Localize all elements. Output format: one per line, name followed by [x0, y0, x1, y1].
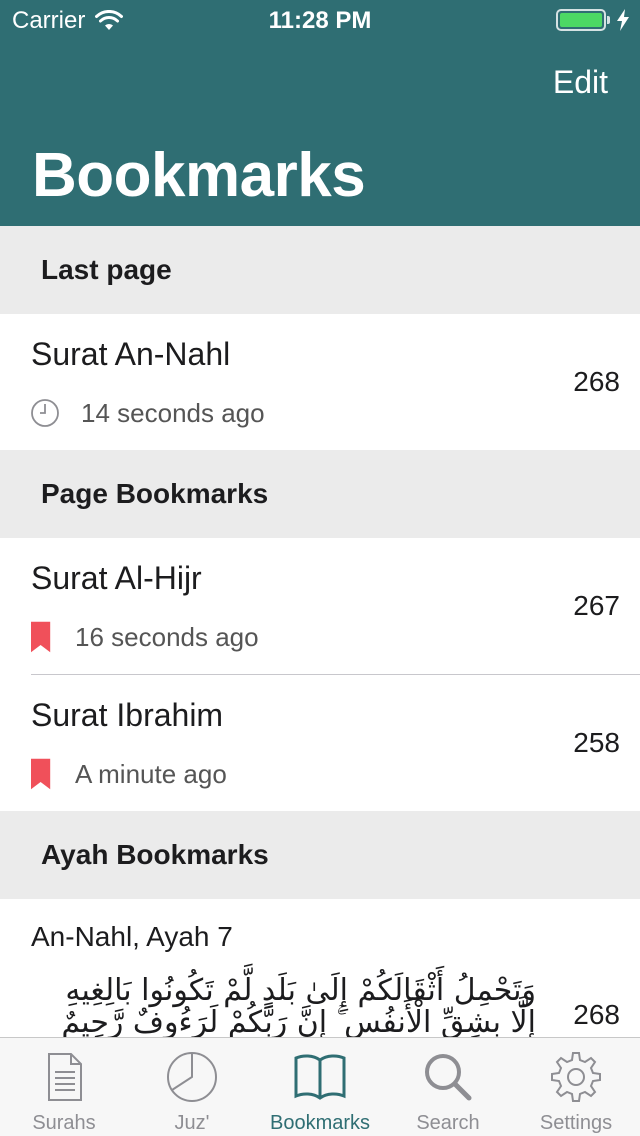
row-page-number: 267 [573, 590, 620, 621]
pie-icon [167, 1052, 217, 1102]
tab-juz[interactable]: Juz' [128, 1038, 256, 1136]
tab-label: Surahs [32, 1112, 96, 1134]
row-time: 14 seconds ago [81, 397, 265, 428]
row-title: An-Nahl, Ayah 7 [31, 921, 233, 952]
bookmark-icon [31, 758, 51, 790]
row-title: Surat An-Nahl [31, 336, 231, 372]
page-title: Bookmarks [32, 141, 366, 210]
row-time: 16 seconds ago [75, 621, 259, 652]
bookmark-icon [31, 621, 51, 653]
gear-icon [551, 1052, 601, 1102]
edit-button[interactable]: Edit [553, 64, 608, 101]
navigation-header: Carrier 11:28 PM Edit Bookmarks [0, 0, 640, 226]
row-page-number: 268 [573, 999, 620, 1030]
page-bookmark-row[interactable]: Surat Al-Hijr 16 seconds ago 267 [0, 538, 640, 674]
document-icon [48, 1053, 82, 1101]
charging-icon [617, 9, 629, 31]
page-bookmark-row[interactable]: Surat Ibrahim A minute ago 258 [0, 675, 640, 811]
row-subtitle: 16 seconds ago [31, 618, 259, 656]
status-time: 11:28 PM [268, 7, 372, 34]
section-header-last-page: Last page [0, 226, 640, 314]
clock-icon [31, 399, 59, 427]
row-title: Surat Al-Hijr [31, 560, 202, 596]
tab-surahs[interactable]: Surahs [0, 1038, 128, 1136]
tab-bar: Surahs Juz' Bookmarks Search Settings [0, 1037, 640, 1136]
row-page-number: 268 [573, 366, 620, 397]
last-page-row[interactable]: Surat An-Nahl 14 seconds ago 268 [0, 314, 640, 450]
row-subtitle: A minute ago [31, 755, 227, 793]
row-page-number: 258 [573, 727, 620, 758]
section-header-page-bookmarks: Page Bookmarks [0, 450, 640, 538]
ayah-text: وَتَحْمِلُ أَثْقَالَكُمْ إِلَىٰ بَلَدٍ ل… [61, 973, 536, 1040]
book-icon [294, 1054, 346, 1100]
search-icon [425, 1054, 472, 1101]
row-subtitle: 14 seconds ago [31, 394, 265, 432]
tab-label: Bookmarks [269, 1112, 371, 1134]
row-time: A minute ago [75, 758, 227, 789]
status-bar: Carrier 11:28 PM [0, 0, 640, 40]
tab-bookmarks[interactable]: Bookmarks [256, 1038, 384, 1136]
tab-search[interactable]: Search [384, 1038, 512, 1136]
bookmarks-list: Last page Surat An-Nahl 14 seconds ago 2… [0, 226, 640, 1099]
section-header-ayah-bookmarks: Ayah Bookmarks [0, 811, 640, 899]
row-title: Surat Ibrahim [31, 697, 224, 733]
tab-label: Search [416, 1112, 480, 1134]
tab-label: Settings [539, 1112, 613, 1134]
tab-settings[interactable]: Settings [512, 1038, 640, 1136]
battery-icon [556, 9, 606, 31]
battery-indicator [556, 9, 630, 31]
tab-label: Juz' [174, 1112, 210, 1134]
